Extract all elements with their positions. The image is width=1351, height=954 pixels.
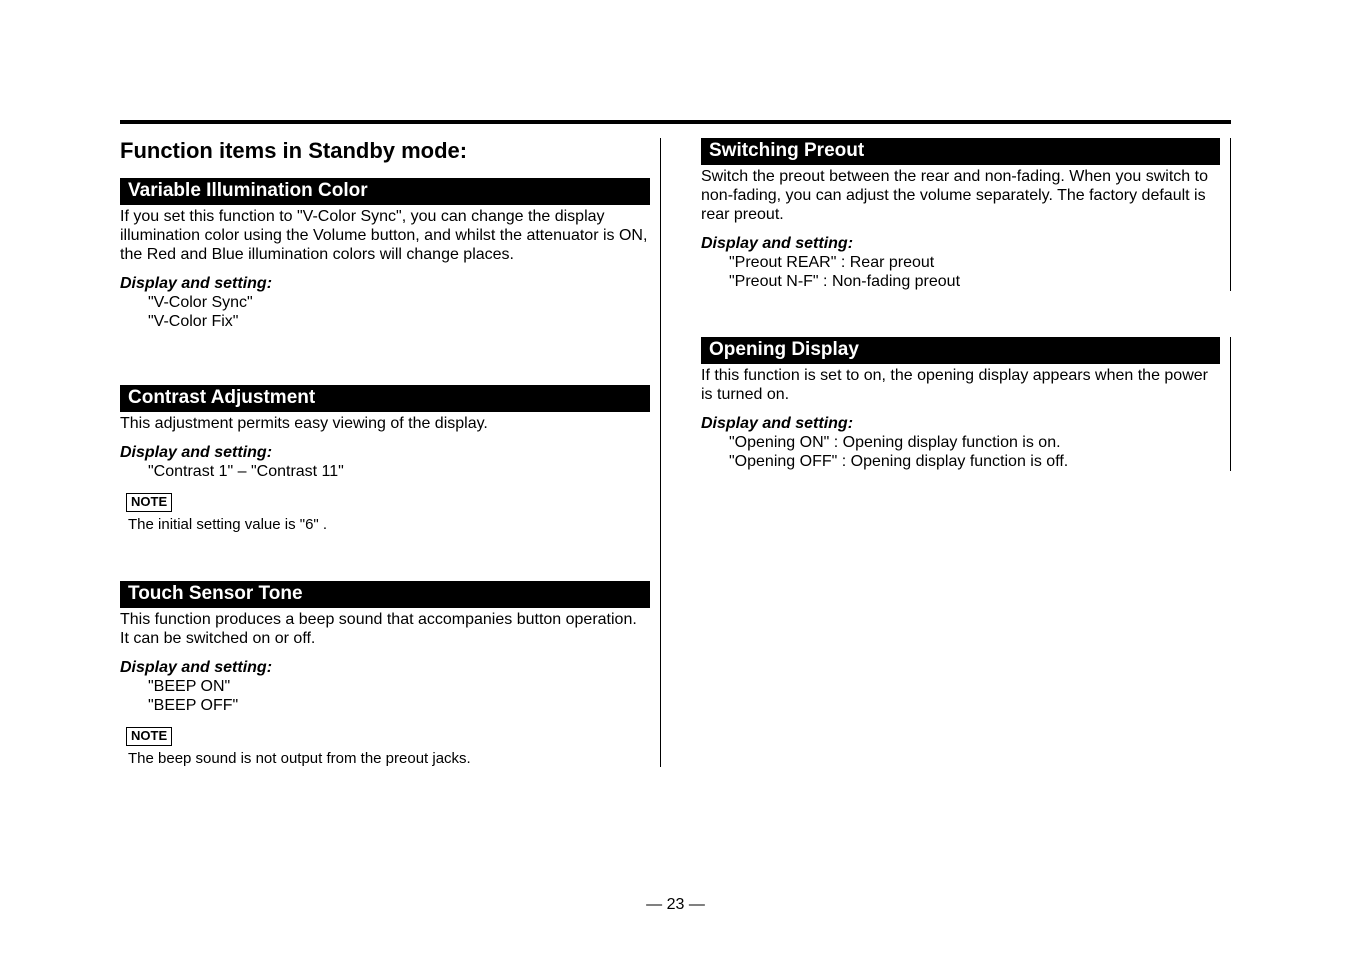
right-column: Switching Preout Switch the preout betwe…	[701, 138, 1231, 767]
page-number: — 23 —	[0, 896, 1351, 914]
section-heading: Variable Illumination Color	[120, 178, 650, 205]
settings-list: "Opening ON" : Opening display function …	[729, 433, 1220, 471]
settings-list: "Contrast 1" – "Contrast 11"	[148, 462, 650, 481]
left-column: Function items in Standby mode: Variable…	[120, 138, 661, 767]
note-text: The initial setting value is "6" .	[128, 516, 650, 533]
section-touch-sensor: Touch Sensor Tone This function produces…	[120, 581, 650, 767]
setting-value: "Preout N-F" : Non-fading preout	[729, 272, 1220, 291]
section-body: If this function is set to on, the openi…	[701, 367, 1220, 405]
section-heading: Switching Preout	[701, 138, 1220, 165]
display-setting-label: Display and setting:	[120, 444, 650, 462]
page-title: Function items in Standby mode:	[120, 138, 650, 164]
section-body: Switch the preout between the rear and n…	[701, 168, 1220, 225]
setting-value: "BEEP ON"	[148, 677, 650, 696]
setting-value: "V-Color Sync"	[148, 293, 650, 312]
section-variable-illumination: Variable Illumination Color If you set t…	[120, 178, 650, 331]
section-contrast: Contrast Adjustment This adjustment perm…	[120, 385, 650, 533]
setting-value: "Opening OFF" : Opening display function…	[729, 452, 1220, 471]
settings-list: "V-Color Sync" "V-Color Fix"	[148, 293, 650, 331]
section-switching-preout: Switching Preout Switch the preout betwe…	[701, 138, 1231, 291]
section-opening-display: Opening Display If this function is set …	[701, 337, 1231, 471]
settings-list: "Preout REAR" : Rear preout "Preout N-F"…	[729, 253, 1220, 291]
setting-value: "V-Color Fix"	[148, 312, 650, 331]
display-setting-label: Display and setting:	[701, 235, 1220, 253]
section-heading: Contrast Adjustment	[120, 385, 650, 412]
section-body: If you set this function to "V-Color Syn…	[120, 208, 650, 265]
setting-value: "Contrast 1" – "Contrast 11"	[148, 462, 650, 481]
note-text: The beep sound is not output from the pr…	[128, 750, 650, 767]
section-heading: Touch Sensor Tone	[120, 581, 650, 608]
settings-list: "BEEP ON" "BEEP OFF"	[148, 677, 650, 715]
section-body: This adjustment permits easy viewing of …	[120, 415, 650, 434]
display-setting-label: Display and setting:	[120, 659, 650, 677]
display-setting-label: Display and setting:	[701, 415, 1220, 433]
display-setting-label: Display and setting:	[120, 275, 650, 293]
note-label: NOTE	[126, 493, 172, 512]
setting-value: "Preout REAR" : Rear preout	[729, 253, 1220, 272]
section-heading: Opening Display	[701, 337, 1220, 364]
setting-value: "BEEP OFF"	[148, 696, 650, 715]
setting-value: "Opening ON" : Opening display function …	[729, 433, 1220, 452]
section-body: This function produces a beep sound that…	[120, 611, 650, 649]
note-label: NOTE	[126, 727, 172, 746]
